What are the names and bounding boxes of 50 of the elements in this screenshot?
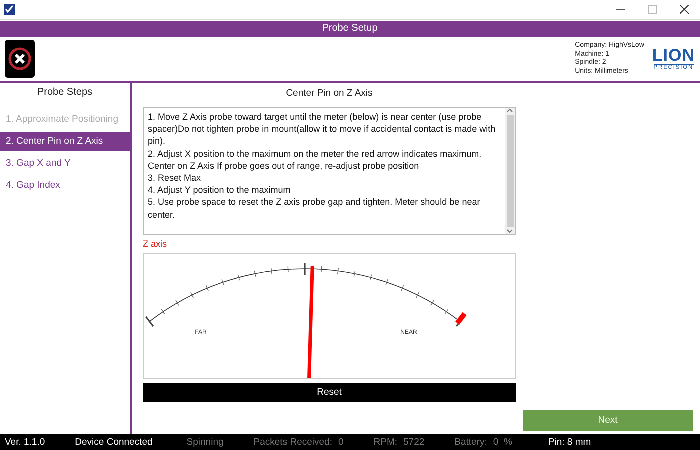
tick-mark [206, 285, 209, 292]
tick-mark [270, 268, 272, 274]
app-icon [4, 4, 15, 15]
tick-mark [222, 279, 224, 286]
scroll-down-icon[interactable] [507, 229, 513, 234]
step-item[interactable]: 4. Gap Index [0, 176, 130, 195]
tick-mark [430, 300, 434, 306]
instruction-line: 5. Use probe space to reset the Z axis probe gap and tighten. Meter should be near center. [148, 196, 482, 221]
scroll-up-icon[interactable] [507, 108, 513, 113]
tick-mark [370, 274, 372, 281]
tick-mark [238, 274, 240, 281]
maximize-icon [648, 5, 656, 14]
logo-text: LION [652, 46, 695, 64]
tick-mark [386, 279, 388, 286]
close-icon [680, 5, 688, 14]
status-value: 0 [338, 436, 344, 448]
scrollbar[interactable] [505, 108, 515, 234]
status-label: Device Connected [75, 436, 153, 448]
tick-mark [401, 285, 404, 292]
tick-mark [190, 292, 194, 298]
reset-button[interactable]: Reset [143, 383, 516, 402]
tick-mark [176, 300, 180, 306]
tick-mark [354, 270, 356, 278]
step-item[interactable]: 2. Center Pin on Z Axis [0, 132, 130, 151]
tick-mark [161, 309, 166, 315]
window-title: Probe Setup [0, 21, 700, 37]
tick-mark [304, 263, 306, 275]
tick-mark [254, 270, 256, 278]
status-value: 5722 [404, 436, 425, 448]
tick-mark [321, 266, 322, 273]
instruction-line: 1. Move Z Axis probe toward target until the meter (below) is near center (use probe spacer)Do not tighten probe in mount(allow it to move if accidental contact is made with pin). [148, 111, 497, 148]
step-title: Center Pin on Z Axis [285, 88, 374, 99]
status-label: Packets Received: [254, 436, 332, 448]
tick-mark [145, 316, 154, 327]
status-label: Ver. 1.1.0 [5, 436, 46, 448]
instruction-line: 3. Reset Max [148, 172, 202, 184]
instruction-line: 4. Adjust Y position to the maximum [148, 184, 292, 196]
status-label: Spinning [186, 436, 224, 448]
status-value: 0 % [493, 436, 512, 448]
step-item[interactable]: 3. Gap X and Y [0, 154, 130, 173]
meter-label: Z axis [143, 239, 168, 249]
status-label: RPM: [374, 436, 398, 448]
tick-mark [444, 309, 449, 315]
status-label: Battery: [454, 436, 488, 448]
tick-mark [416, 292, 420, 298]
sidebar-title: Probe Steps [36, 87, 94, 98]
status-label: Pin: 8 mm [548, 436, 592, 448]
instruction-line: 2. Adjust X position to the maximum on the meter the red arrow indicates maximum. Center on Z Axis If probe goes out of range, re-adjust probe position [148, 148, 483, 172]
tick-mark [338, 268, 340, 274]
tick-mark [288, 266, 289, 273]
